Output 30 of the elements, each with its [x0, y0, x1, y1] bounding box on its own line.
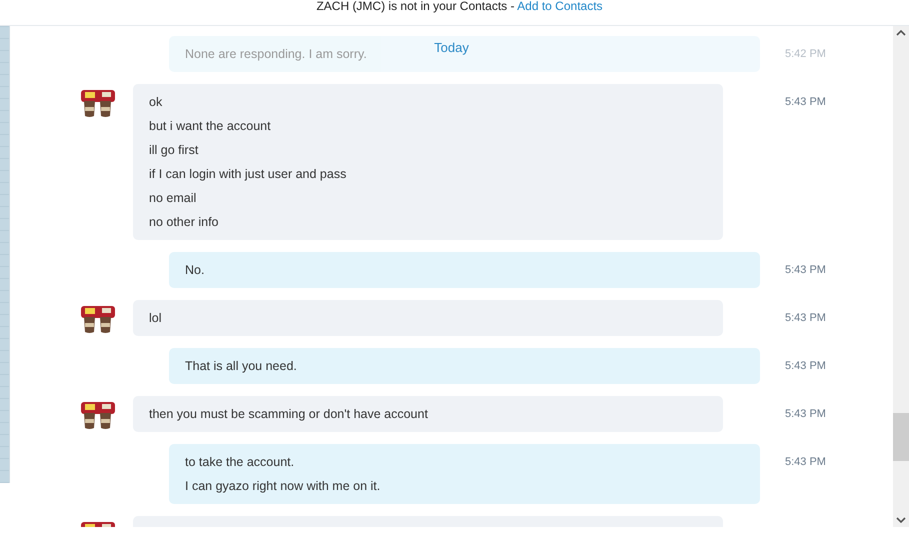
message-text: That is all you need.	[185, 358, 297, 375]
message-time: 5:43 PM	[785, 95, 826, 110]
scrollbar-thumb[interactable]	[893, 413, 909, 461]
avatar-drawing	[80, 399, 116, 431]
message-time: 5:43 PM	[785, 263, 826, 278]
message-time: 5:43 PM	[785, 311, 826, 326]
message-text: no other info	[149, 214, 218, 231]
add-to-contacts-link[interactable]: Add to Contacts	[517, 0, 603, 13]
scrollbar[interactable]	[893, 26, 909, 527]
message-text: no email	[149, 190, 196, 207]
scroll-up-icon[interactable]	[896, 30, 906, 36]
message-time: 5:43 PM	[785, 455, 826, 470]
avatar-drawing	[80, 303, 116, 335]
date-divider: Today	[433, 40, 470, 56]
banner-text: ZACH (JMC) is not in your Contacts -	[316, 0, 516, 13]
message-text: ill go first	[149, 142, 198, 159]
message-text: but i want the account	[149, 118, 271, 135]
message-text: ok	[149, 94, 162, 111]
scroll-down-icon[interactable]	[896, 517, 906, 523]
message-text: None are responding. I am sorry.	[185, 46, 367, 63]
avatar-drawing	[80, 87, 116, 119]
message-time: 5:42 PM	[785, 47, 826, 62]
message-text: No.	[185, 262, 204, 279]
message-text: I can gyazo right now with me on it.	[185, 478, 380, 495]
message-text: lol	[149, 310, 162, 327]
message-text: then you must be scamming or don't have account	[149, 406, 428, 423]
message-text: to take the account.	[185, 454, 294, 471]
message-text: if I can login with just user and pass	[149, 166, 346, 183]
message-time: 5:43 PM	[785, 359, 826, 374]
message-time: 5:43 PM	[785, 407, 826, 422]
